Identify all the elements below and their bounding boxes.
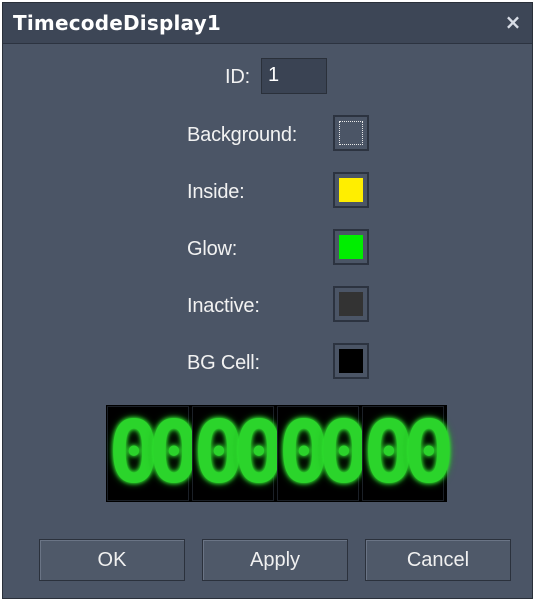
inactive-label: Inactive: <box>187 295 260 317</box>
apply-button[interactable]: Apply <box>202 539 348 581</box>
bg-cell-color-swatch[interactable] <box>333 343 369 379</box>
cancel-button[interactable]: Cancel <box>365 539 511 581</box>
bg-cell-label: BG Cell: <box>187 352 260 374</box>
background-color-swatch[interactable] <box>333 115 369 151</box>
background-color-fill <box>339 121 363 145</box>
inactive-color-swatch[interactable] <box>333 286 369 322</box>
id-input[interactable]: 1 <box>261 58 327 94</box>
timecode-preview: 0 0 0 0 0 0 0 0 <box>106 403 455 503</box>
timecode-digit: 0 <box>403 403 455 503</box>
inactive-color-fill <box>339 292 363 316</box>
glow-label: Glow: <box>187 238 238 260</box>
ok-button[interactable]: OK <box>39 539 185 581</box>
id-label: ID: <box>225 66 250 88</box>
timecode-cell-hours: 0 0 <box>107 403 200 503</box>
timecode-digit: 0 <box>193 403 245 503</box>
timecode-digit: 0 <box>233 403 285 503</box>
timecode-digit: 0 <box>148 403 200 503</box>
timecode-cell-frames: 0 0 <box>362 403 455 503</box>
glow-color-fill <box>339 235 363 259</box>
timecode-digit: 0 <box>318 403 370 503</box>
inside-color-swatch[interactable] <box>333 172 369 208</box>
inside-color-fill <box>339 178 363 202</box>
bg-cell-color-fill <box>339 349 363 373</box>
window-title: TimecodeDisplay1 <box>13 11 221 35</box>
timecode-cell-seconds: 0 0 <box>277 403 370 503</box>
background-label: Background: <box>187 124 298 146</box>
timecode-digit: 0 <box>278 403 330 503</box>
timecode-digit: 0 <box>363 403 415 503</box>
inside-label: Inside: <box>187 181 245 203</box>
timecode-display-dialog: TimecodeDisplay1 × ID: 1 Background: Ins… <box>2 2 533 599</box>
title-bar[interactable]: TimecodeDisplay1 × <box>3 3 532 44</box>
close-icon[interactable]: × <box>502 11 524 33</box>
timecode-digit: 0 <box>108 403 160 503</box>
timecode-cell-minutes: 0 0 <box>192 403 285 503</box>
glow-color-swatch[interactable] <box>333 229 369 265</box>
